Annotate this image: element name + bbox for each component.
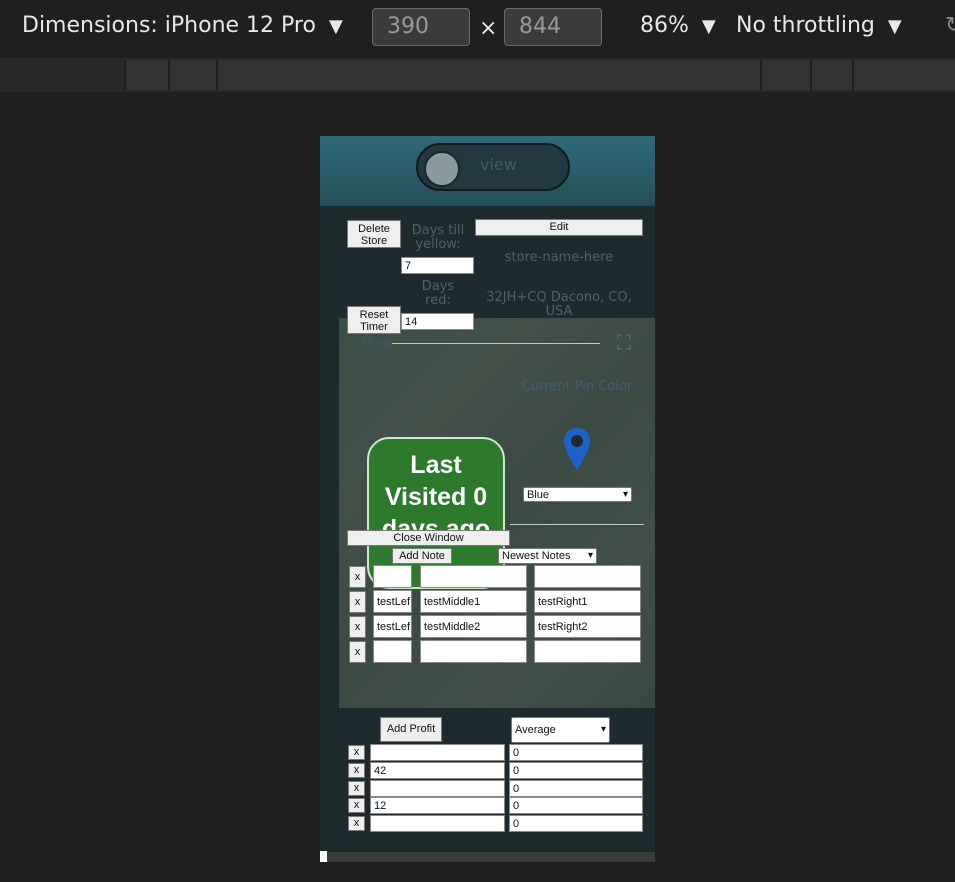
view-toggle[interactable]: view: [416, 143, 570, 191]
edit-button[interactable]: Edit: [475, 219, 643, 236]
profit-delete-button[interactable]: x: [348, 763, 365, 778]
chevron-down-icon: ▼: [328, 16, 343, 37]
profit-value-input[interactable]: 0: [509, 780, 643, 797]
delete-store-button[interactable]: Delete Store: [347, 220, 401, 248]
chevron-down-icon: ▼: [887, 16, 902, 37]
horizontal-scrollbar[interactable]: [320, 852, 655, 862]
media-query-segment[interactable]: [810, 60, 852, 90]
notes-sort-value: Newest Notes: [502, 550, 571, 562]
media-query-segment[interactable]: [216, 60, 760, 90]
profit-amount-input[interactable]: [370, 744, 505, 761]
pin-color-select[interactable]: Blue ▾: [523, 487, 632, 502]
profit-delete-button[interactable]: x: [348, 781, 365, 796]
note-delete-button[interactable]: x: [349, 566, 366, 588]
add-profit-button[interactable]: Add Profit: [380, 717, 442, 742]
rotate-icon[interactable]: ↻: [945, 13, 955, 38]
toggle-knob[interactable]: [424, 151, 460, 187]
media-query-segment[interactable]: [168, 60, 216, 90]
resize-handle[interactable]: [320, 851, 327, 862]
height-input[interactable]: 844: [504, 8, 602, 46]
note-left-input[interactable]: testLef: [373, 590, 412, 613]
profit-amount-input[interactable]: 42: [370, 762, 505, 779]
days-red-input[interactable]: 14: [401, 313, 474, 330]
zoom-dropdown[interactable]: 86% ▼: [640, 13, 716, 38]
profit-amount-input[interactable]: 12: [370, 797, 505, 814]
profit-value-input[interactable]: 0: [509, 744, 643, 761]
days-red-label: Days red:: [421, 279, 455, 308]
note-left-input[interactable]: testLef: [373, 615, 412, 638]
store-name: store-name-here: [504, 250, 614, 265]
current-pin-color-label: Current Pin Color: [521, 379, 633, 394]
days-till-yellow-label: Days till yellow:: [411, 223, 465, 252]
device-dimensions-dropdown[interactable]: Dimensions: iPhone 12 Pro ▼: [22, 13, 343, 38]
media-query-bar: [0, 58, 955, 92]
store-panel: Delete Store Days till yellow: 7 Days re…: [327, 208, 655, 848]
profit-amount-input[interactable]: [370, 815, 505, 832]
dimensions-label: Dimensions: iPhone 12 Pro: [22, 13, 316, 38]
view-toggle-label: view: [480, 155, 517, 174]
reset-timer-button[interactable]: Reset Timer: [347, 306, 401, 334]
zoom-value: 86%: [640, 13, 689, 38]
profit-value-input[interactable]: 0: [509, 797, 643, 814]
profit-delete-button[interactable]: x: [348, 816, 365, 831]
fullscreen-icon[interactable]: ⛶: [617, 330, 631, 354]
note-delete-button[interactable]: x: [349, 641, 366, 663]
note-left-input[interactable]: [373, 640, 412, 663]
pin-color-value: Blue: [527, 489, 550, 501]
devtools-toolbar: Dimensions: iPhone 12 Pro ▼ 390 × 844 86…: [0, 0, 955, 58]
add-note-button[interactable]: Add Note: [392, 548, 452, 564]
chevron-down-icon: ▾: [587, 550, 593, 561]
media-query-segment[interactable]: [760, 60, 810, 90]
note-middle-input[interactable]: testMiddle1: [420, 590, 527, 613]
profit-mode-select[interactable]: Average ▾: [511, 717, 610, 743]
store-address: 32JH+CQ Dacono, CO, USA: [486, 290, 632, 319]
note-middle-input[interactable]: [420, 565, 527, 588]
times-sign: ×: [479, 16, 498, 41]
width-input[interactable]: 390: [372, 8, 470, 46]
map-pin-icon: [564, 428, 590, 470]
chevron-down-icon: ▾: [622, 489, 628, 500]
map-tab-label[interactable]: Map: [361, 336, 392, 351]
chevron-down-icon: ▾: [600, 724, 606, 735]
note-middle-input[interactable]: testMiddle2: [420, 615, 527, 638]
divider: [510, 524, 644, 525]
profit-delete-button[interactable]: x: [348, 798, 365, 813]
note-right-input[interactable]: [534, 565, 641, 588]
media-query-segment[interactable]: [852, 60, 955, 90]
days-till-yellow-input[interactable]: 7: [401, 257, 474, 274]
divider: [392, 343, 600, 344]
note-right-input[interactable]: [534, 640, 641, 663]
profit-delete-button[interactable]: x: [348, 745, 365, 760]
notes-sort-select[interactable]: Newest Notes ▾: [498, 548, 597, 564]
profit-value-input[interactable]: 0: [509, 762, 643, 779]
close-window-button[interactable]: Close Window: [347, 530, 510, 546]
note-middle-input[interactable]: [420, 640, 527, 663]
note-left-input[interactable]: [373, 565, 412, 588]
profit-value-input[interactable]: 0: [509, 815, 643, 832]
profit-mode-value: Average: [515, 724, 556, 736]
note-delete-button[interactable]: x: [349, 616, 366, 638]
note-delete-button[interactable]: x: [349, 591, 366, 613]
media-query-segment[interactable]: [124, 60, 168, 90]
profit-amount-input[interactable]: [370, 780, 505, 797]
device-viewport: view Delete Store Days till yellow: 7 Da…: [320, 136, 655, 862]
chevron-down-icon: ▼: [701, 16, 716, 37]
note-right-input[interactable]: testRight2: [534, 615, 641, 638]
throttling-dropdown[interactable]: No throttling ▼: [736, 13, 902, 38]
note-right-input[interactable]: testRight1: [534, 590, 641, 613]
throttling-value: No throttling: [736, 13, 875, 38]
